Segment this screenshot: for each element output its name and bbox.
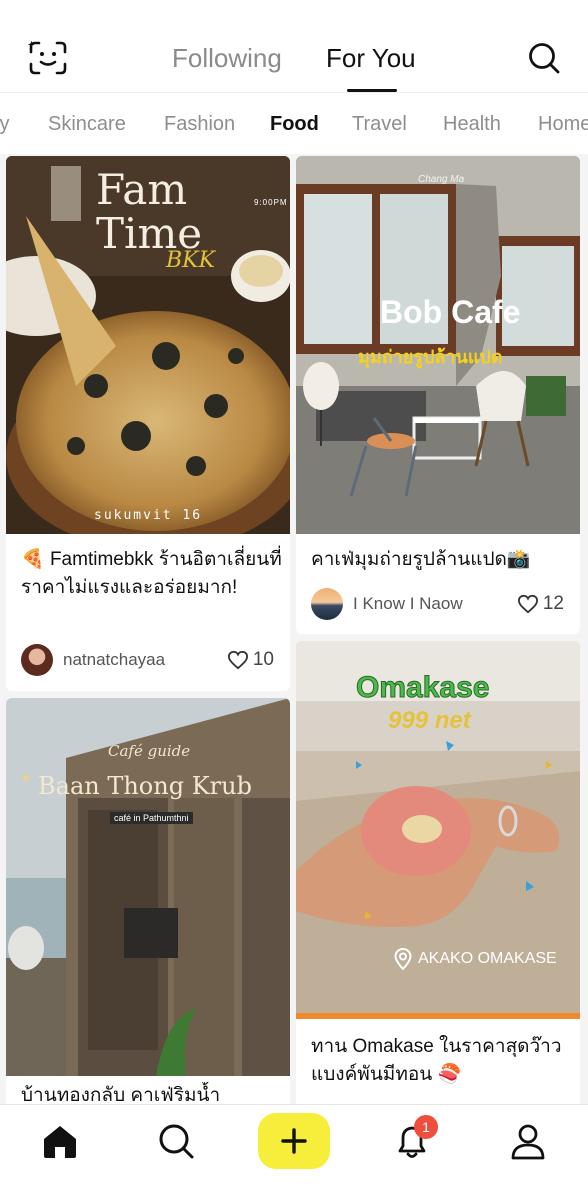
category-home[interactable]: Home	[538, 112, 588, 136]
post-title[interactable]: บ้านทองกลับ คาเฟ่ริมน้ำ	[21, 1082, 283, 1104]
pizza-emoji: 🍕	[21, 549, 45, 570]
post-image[interactable]: Fam Time BKK 9:00PM sukumvit 16	[6, 156, 290, 534]
overlay-subtitle: 999 net	[388, 707, 471, 734]
avatar	[311, 588, 343, 620]
heart-icon	[227, 650, 248, 670]
search-icon[interactable]	[156, 1121, 196, 1161]
overlay-location: AKAKO OMAKASE	[392, 947, 557, 971]
like-count: 10	[252, 649, 274, 670]
overlay-subtitle: café in Pathumthni	[110, 812, 193, 824]
post-card[interactable]: Chang Ma Bob Cafe มุมถ่ายรูปล้านแปด คาเฟ…	[296, 156, 580, 634]
post-image[interactable]: Chang Ma Bob Cafe มุมถ่ายรูปล้านแปด	[296, 156, 580, 534]
post-title[interactable]: คาเฟ่มุมถ่ายรูปล้านแปด📸	[311, 546, 573, 574]
add-icon	[281, 1128, 307, 1154]
post-card[interactable]: Café guide Baan Thong Krub café in Pathu…	[6, 698, 290, 1104]
sushi-emoji: 🍣	[437, 1064, 462, 1085]
face-scan-icon[interactable]	[28, 40, 68, 76]
author-name: natnatchayaa	[63, 650, 166, 669]
overlay-subtitle: มุมถ่ายรูปล้านแปด	[358, 347, 503, 367]
add-post-button[interactable]	[258, 1113, 330, 1169]
tab-following[interactable]: Following	[172, 42, 282, 74]
feed: Fam Time BKK 9:00PM sukumvit 16 🍕 Famtim…	[0, 154, 588, 1104]
home-icon[interactable]	[40, 1121, 80, 1161]
camera-emoji: 📸	[506, 549, 531, 570]
category-skincare[interactable]: Skincare	[48, 112, 126, 136]
overlay-title: Baan Thong Krub	[38, 772, 252, 800]
profile-icon[interactable]	[508, 1121, 548, 1161]
post-image[interactable]: Omakase 999 net AKAKO OMAKASE	[296, 641, 580, 1019]
like-count: 12	[542, 593, 564, 614]
overlay-small: Café guide	[108, 742, 191, 760]
post-card[interactable]: Fam Time BKK 9:00PM sukumvit 16 🍕 Famtim…	[6, 156, 290, 691]
overlay-brand: Chang Ma	[418, 174, 465, 185]
top-header: Following For You	[0, 0, 588, 92]
category-beauty[interactable]: ty	[0, 112, 10, 136]
category-food[interactable]: Food	[270, 112, 319, 136]
avatar	[21, 644, 53, 676]
category-fashion[interactable]: Fashion	[164, 112, 235, 136]
category-health[interactable]: Health	[443, 112, 501, 136]
post-image[interactable]: Café guide Baan Thong Krub café in Pathu…	[6, 698, 290, 1076]
like-button[interactable]: 10	[227, 649, 274, 671]
location-pin-icon	[394, 947, 412, 971]
overlay-title: Omakase	[355, 671, 490, 705]
overlay-location: sukumvit 16	[94, 508, 203, 523]
post-card[interactable]: Omakase 999 net AKAKO OMAKASE ทาน Omakas…	[296, 641, 580, 1104]
bottom-nav: 1	[0, 1104, 588, 1200]
post-author[interactable]: I Know I Naow	[311, 588, 463, 620]
like-button[interactable]: 12	[517, 593, 564, 615]
overlay-title: Fam Time	[96, 165, 203, 258]
overlay-time: 9:00PM	[254, 198, 288, 207]
category-bar: ty Skincare Fashion Food Travel Health H…	[0, 92, 588, 154]
post-author[interactable]: natnatchayaa	[21, 644, 165, 676]
author-name: I Know I Naow	[353, 594, 463, 613]
post-title[interactable]: 🍕 Famtimebkk ร้านอิตาเลี่ยนที่ราคาไม่แรง…	[21, 546, 283, 602]
notification-badge: 1	[414, 1115, 438, 1139]
category-travel[interactable]: Travel	[352, 112, 407, 136]
tab-for-you[interactable]: For You	[326, 42, 416, 74]
heart-icon	[517, 594, 538, 614]
overlay-title: Bob Cafe	[380, 294, 521, 330]
overlay-script: BKK	[166, 248, 216, 273]
post-title[interactable]: ทาน Omakase ในราคาสุดว๊าว แบงค์พันมีทอน …	[311, 1033, 573, 1089]
search-icon[interactable]	[526, 40, 562, 76]
